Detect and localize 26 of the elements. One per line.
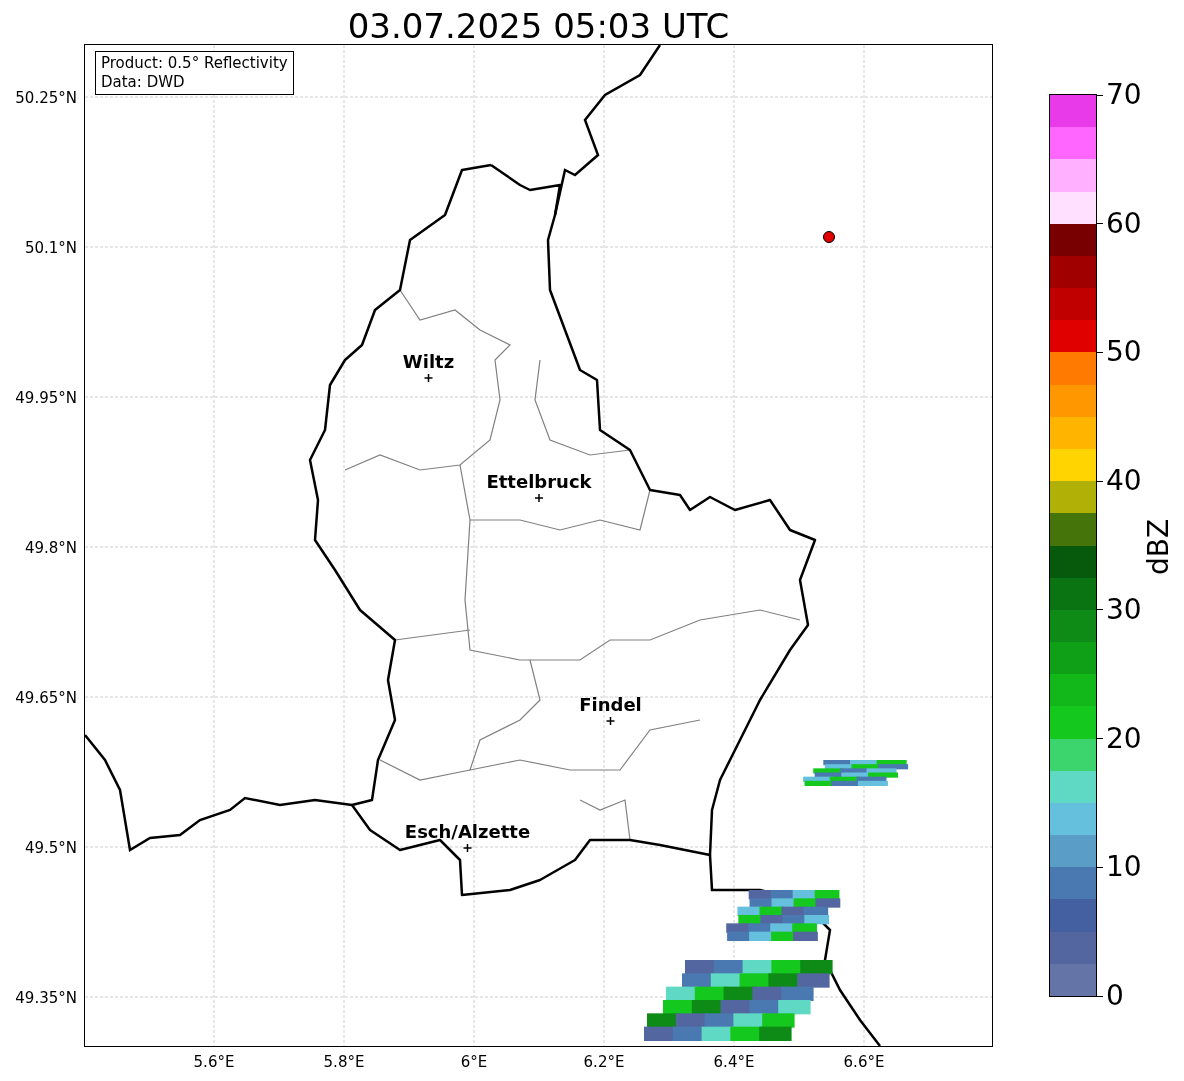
city-label: Ettelbruck xyxy=(486,471,592,492)
latitude-label: 49.8°N xyxy=(24,539,77,557)
latitude-label: 49.5°N xyxy=(24,839,77,857)
longitude-label: 5.6°E xyxy=(193,1053,235,1071)
city-marker-icon xyxy=(423,373,434,383)
colorbar-label: dBZ xyxy=(1142,518,1175,575)
latitude-label: 50.25°N xyxy=(15,89,77,107)
longitude-label: 6.2°E xyxy=(583,1053,625,1071)
city-marker-icon xyxy=(605,716,616,726)
location-marker-icon xyxy=(823,231,835,243)
latitude-label: 50.1°N xyxy=(24,239,77,257)
longitude-label: 6°E xyxy=(460,1053,488,1071)
longitude-label: 6.6°E xyxy=(843,1053,885,1071)
city-marker-icon xyxy=(534,493,544,503)
city-marker-icon xyxy=(462,843,473,853)
latitude-label: 49.65°N xyxy=(15,689,77,707)
latitude-label: 49.95°N xyxy=(15,389,77,407)
longitude-label: 5.8°E xyxy=(323,1053,365,1071)
city-label: Wiltz xyxy=(402,351,455,372)
info-text: Product: 0.5° Reflectivity xyxy=(101,54,288,73)
city-label: Esch/Alzette xyxy=(404,821,531,842)
info-text: Data: DWD xyxy=(101,73,186,92)
city-label: Findel xyxy=(579,694,642,715)
chart-title: 03.07.2025 05:03 UTC xyxy=(346,5,731,45)
longitude-label: 6.4°E xyxy=(713,1053,755,1071)
latitude-label: 49.35°N xyxy=(15,989,77,1007)
